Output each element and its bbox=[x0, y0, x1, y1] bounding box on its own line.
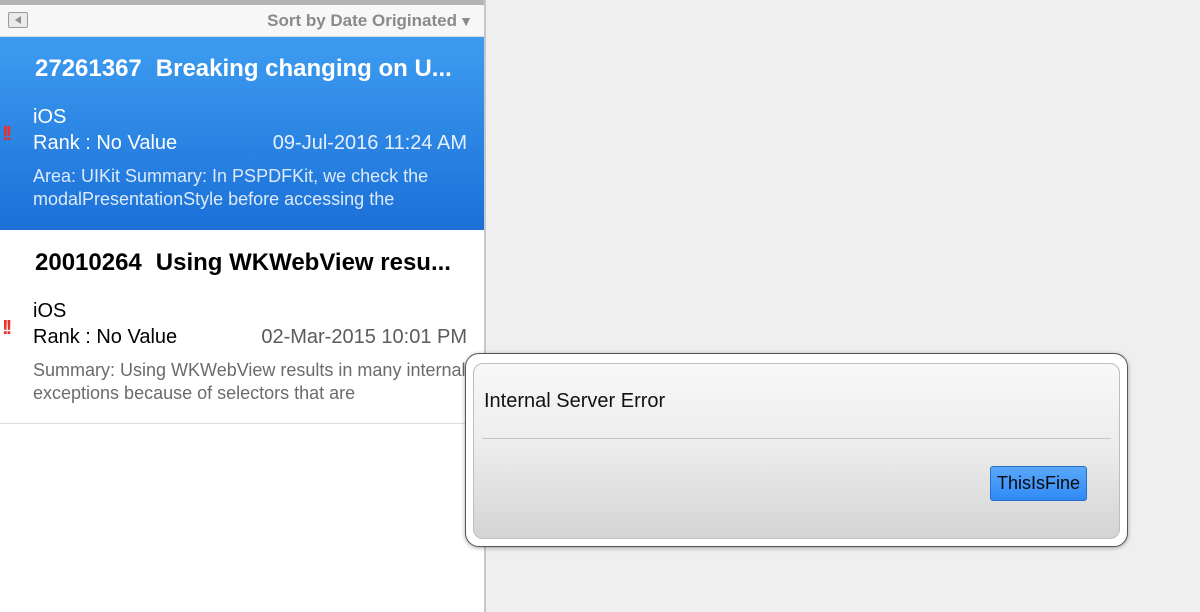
priority-flag-icon: !! bbox=[2, 123, 12, 145]
list-item[interactable]: 27261367 Breaking changing on U... !! iOS… bbox=[0, 37, 484, 230]
item-title-text: Breaking changing on U... bbox=[155, 55, 452, 82]
list-item[interactable]: 20010264 Using WKWebView resu... !! iOS R… bbox=[0, 231, 484, 424]
item-summary: Summary: Using WKWebView results in many… bbox=[33, 360, 466, 403]
item-title-text: Using WKWebView resu... bbox=[155, 249, 451, 276]
item-rank: Rank : No Value bbox=[33, 326, 178, 348]
dialog-panel: Internal Server Error ThisIsFine bbox=[473, 363, 1120, 539]
error-alert-dialog: Internal Server Error ThisIsFine bbox=[465, 353, 1128, 547]
dialog-message: Internal Server Error bbox=[484, 390, 666, 412]
item-platform: iOS bbox=[33, 106, 67, 128]
item-rank: Rank : No Value bbox=[33, 132, 178, 154]
priority-flag-icon: !! bbox=[2, 317, 12, 339]
item-summary: Area: UIKit Summary: In PSPDFKit, we che… bbox=[33, 166, 429, 209]
collapse-left-icon[interactable] bbox=[8, 12, 28, 28]
item-title: 27261367 Breaking changing on U... bbox=[35, 55, 475, 83]
sort-dropdown-icon[interactable]: ▼ bbox=[459, 13, 473, 29]
sort-menu-label[interactable]: Sort by Date Originated bbox=[267, 11, 457, 31]
list-toolbar: Sort by Date Originated ▼ bbox=[0, 5, 484, 37]
item-date: 09-Jul-2016 11:24 AM bbox=[272, 132, 467, 154]
item-date: 02-Mar-2015 10:01 PM bbox=[261, 326, 467, 348]
item-number: 20010264 bbox=[35, 249, 142, 276]
item-number: 27261367 bbox=[35, 55, 142, 82]
item-platform: iOS bbox=[33, 300, 67, 322]
dialog-divider bbox=[482, 438, 1111, 439]
item-title: 20010264 Using WKWebView resu... bbox=[35, 249, 475, 277]
this-is-fine-button[interactable]: ThisIsFine bbox=[990, 466, 1087, 501]
issue-list-pane: Sort by Date Originated ▼ 27261367 Breaki… bbox=[0, 0, 486, 612]
